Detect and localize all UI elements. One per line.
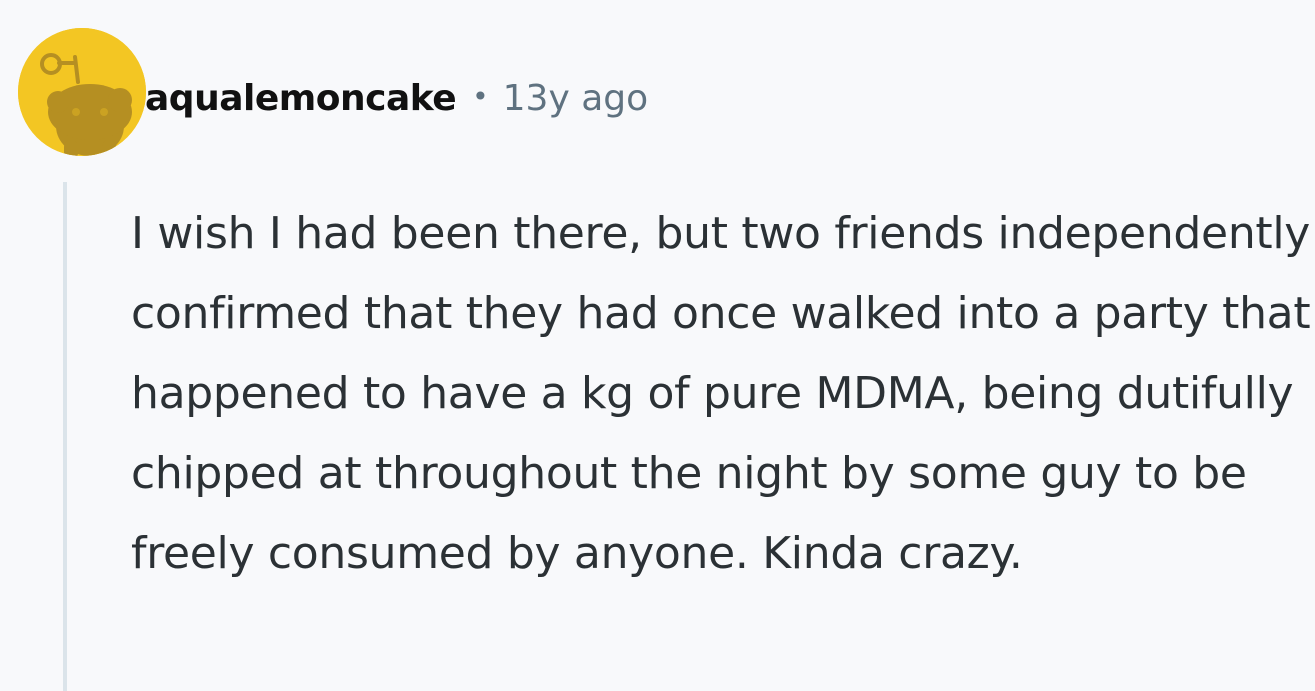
thread-line[interactable] (63, 182, 67, 691)
user-avatar[interactable] (18, 28, 146, 156)
meta-separator: • (472, 79, 489, 113)
comment-body: I wish I had been there, but two friends… (131, 208, 1311, 579)
comment: aqualemoncake • 13y ago I wish I had bee… (0, 0, 1315, 691)
reddit-snoo-icon (18, 28, 146, 156)
timestamp[interactable]: 13y ago (503, 78, 649, 119)
comment-meta: aqualemoncake • 13y ago (145, 74, 648, 122)
username[interactable]: aqualemoncake (145, 78, 457, 119)
